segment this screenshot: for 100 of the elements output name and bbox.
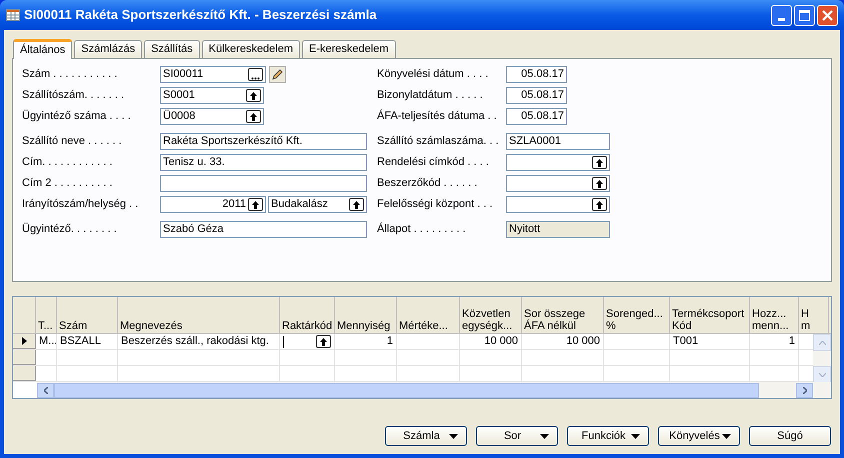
lookup-button[interactable] — [316, 335, 331, 348]
field-label: Cím. . . . . . . . . . . . — [22, 155, 114, 170]
column-header[interactable]: Mennyiség — [335, 297, 397, 333]
input-field[interactable]: SI00011 — [160, 66, 266, 83]
arrow-down-icon — [818, 372, 826, 376]
arrow-up-icon — [596, 158, 603, 166]
field-label: Ügyintéző. . . . . . . . — [22, 222, 118, 238]
field-label: Ügyintéző száma . . . . — [22, 108, 132, 124]
lookup-button[interactable] — [592, 198, 607, 211]
ellipsis-button[interactable] — [248, 68, 263, 81]
edit-button[interactable] — [269, 66, 286, 83]
action-button[interactable]: Könyvelés — [658, 426, 740, 446]
input-field[interactable] — [160, 175, 367, 192]
field-label: Szállítószám. . . . . . . — [22, 88, 126, 104]
table-cell: BSZALL — [57, 334, 118, 349]
field-label: ÁFA-teljesítés dátuma . . — [377, 108, 498, 124]
input-field[interactable]: 05.08.17 — [506, 66, 567, 83]
arrow-up-icon — [596, 200, 603, 208]
field-label: Irányítószám/helység . . — [22, 197, 140, 212]
window-title: SI00011 Rakéta Sportszerkészítő Kft. - Beszerzési számla — [24, 6, 377, 24]
field-label: Rendelési címkód . . . . — [377, 155, 490, 170]
column-header[interactable]: Termékcsoport Kód — [670, 297, 750, 333]
dropdown-arrow-icon — [449, 434, 458, 438]
dots-icon — [251, 77, 260, 80]
tab[interactable]: Általános — [13, 39, 72, 59]
dropdown-arrow-icon — [722, 434, 731, 438]
arrow-up-icon — [250, 112, 257, 120]
input-field[interactable] — [506, 154, 610, 171]
lookup-button[interactable] — [592, 156, 607, 169]
maximize-icon — [799, 10, 810, 20]
action-button[interactable]: Funkciók — [567, 426, 649, 446]
input-field[interactable]: S0001 — [160, 87, 264, 104]
arrow-up-icon — [818, 340, 826, 344]
input-field[interactable] — [506, 175, 610, 192]
table-cell: Beszerzés száll., rakodási ktg. — [118, 334, 280, 349]
minimize-button[interactable] — [771, 4, 792, 26]
input-field[interactable]: SZLA0001 — [506, 133, 610, 150]
column-header[interactable]: Sor összege ÁFA nélkül — [522, 297, 604, 333]
table-cell: T001 — [670, 334, 750, 349]
tab[interactable]: Szállítás — [144, 40, 200, 58]
close-button[interactable] — [817, 4, 838, 26]
field-label: Szám . . . . . . . . . . . — [22, 67, 118, 82]
action-button[interactable]: Számla — [385, 426, 467, 446]
text-cursor — [283, 336, 284, 348]
input-field[interactable] — [506, 196, 610, 213]
scroll-right-button[interactable] — [796, 382, 813, 398]
table-cell: 10 000 — [460, 334, 522, 349]
tab[interactable]: Külkereskedelem — [202, 40, 300, 58]
row-selector[interactable] — [13, 334, 36, 349]
column-header[interactable]: Szám — [57, 297, 118, 333]
lookup-button[interactable] — [592, 177, 607, 190]
maximize-button[interactable] — [794, 4, 815, 26]
table-cell: M... — [36, 334, 57, 349]
input-field[interactable]: 2011 — [160, 196, 266, 213]
column-header[interactable]: Megnevezés — [118, 297, 280, 333]
field-label: Beszerzőkód . . . . . . — [377, 176, 478, 192]
close-icon — [822, 10, 833, 20]
input-field: Nyitott — [506, 221, 610, 238]
current-row-icon — [22, 337, 26, 345]
input-field[interactable]: Szabó Géza — [160, 221, 367, 238]
column-header[interactable]: Mértéke... — [397, 297, 460, 333]
minimize-icon — [778, 18, 785, 20]
action-button[interactable]: Súgó — [749, 426, 831, 446]
scroll-left-button[interactable] — [37, 382, 54, 398]
arrow-up-icon — [252, 200, 259, 208]
column-header[interactable]: H m — [799, 297, 829, 333]
column-header[interactable]: Raktárkód — [280, 297, 335, 333]
table-icon — [6, 9, 20, 21]
lookup-button[interactable] — [248, 198, 263, 211]
arrow-up-icon — [353, 200, 360, 208]
arrow-up-icon — [250, 92, 257, 100]
action-button[interactable]: Sor — [476, 426, 558, 446]
field-label: Bizonylatdátum . . . . . — [377, 88, 484, 104]
input-field[interactable]: Ü0008 — [160, 108, 264, 125]
scroll-thumb[interactable] — [54, 382, 759, 398]
tab[interactable]: Számlázás — [74, 40, 142, 58]
arrow-up-icon — [320, 338, 327, 346]
input-field[interactable]: 05.08.17 — [506, 87, 567, 104]
arrow-right-icon — [802, 386, 806, 394]
dropdown-arrow-icon — [631, 434, 640, 438]
input-field[interactable]: 05.08.17 — [506, 108, 567, 125]
lookup-button[interactable] — [246, 89, 261, 102]
tab[interactable]: E-kereskedelem — [302, 40, 396, 58]
column-header[interactable]: Sorenged... % — [604, 297, 670, 333]
input-field[interactable]: Budakalász — [268, 196, 367, 213]
lookup-button[interactable] — [349, 198, 364, 211]
input-field[interactable]: Rakéta Sportszerkészítő Kft. — [160, 133, 367, 150]
table-cell: 1 — [335, 334, 397, 349]
field-label: Könyvelési dátum . . . . — [377, 67, 490, 82]
field-label: Szállító neve . . . . . . — [22, 134, 123, 150]
input-field[interactable]: Tenisz u. 33. — [160, 154, 367, 171]
field-label: Cím 2 . . . . . . . . . . — [22, 176, 114, 192]
column-header[interactable]: Közvetlen egységk... — [460, 297, 522, 333]
table-cell: 10 000 — [522, 334, 604, 349]
lookup-button[interactable] — [246, 110, 261, 123]
arrow-up-icon — [596, 180, 603, 188]
column-header[interactable]: Hozz... menn... — [750, 297, 799, 333]
column-header[interactable]: T... — [36, 297, 57, 333]
field-label: Felelősségi központ . . . — [377, 197, 494, 212]
arrow-left-icon — [44, 386, 48, 394]
